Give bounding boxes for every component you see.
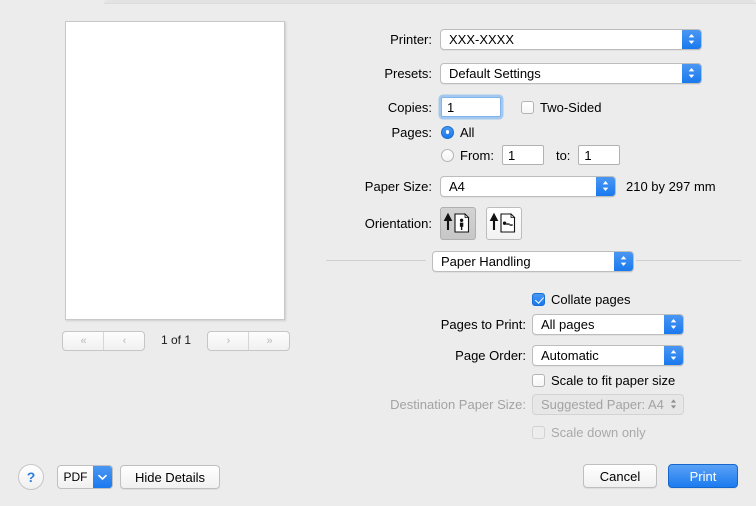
presets-value: Default Settings — [449, 65, 541, 81]
print-dialog: « ‹ 1 of 1 › » Printer: XXX-XXXX Presets… — [0, 0, 756, 506]
help-button[interactable]: ? — [18, 464, 44, 490]
window-top-edge — [104, 0, 756, 4]
paper-size-label: Paper Size: — [364, 178, 432, 194]
collate-pages-label: Collate pages — [551, 291, 631, 307]
print-pane-value: Paper Handling — [441, 253, 531, 269]
orientation-landscape-button[interactable] — [486, 206, 522, 240]
scale-to-fit-label: Scale to fit paper size — [551, 372, 676, 388]
pages-to-label: to: — [555, 147, 571, 163]
collate-row: Collate pages — [336, 288, 746, 310]
paper-dimensions-label: 210 by 297 mm — [626, 178, 716, 194]
destination-paper-size-select: Suggested Paper: A4 — [532, 393, 684, 415]
copies-label: Copies: — [387, 99, 432, 115]
paper-size-row: Paper Size: A4 210 by 297 mm — [336, 175, 746, 197]
printer-select[interactable]: XXX-XXXX — [440, 28, 702, 50]
portrait-icon — [443, 212, 470, 233]
print-preview-page — [65, 21, 285, 320]
printer-row: Printer: XXX-XXXX — [336, 28, 746, 50]
checkbox-box — [532, 373, 545, 387]
chevron-updown-icon — [596, 176, 615, 196]
pages-to-print-select[interactable]: All pages — [532, 313, 684, 335]
page-order-row: Page Order: Automatic — [336, 344, 746, 366]
orientation-label: Orientation: — [364, 215, 432, 231]
last-page-button[interactable]: » — [248, 332, 289, 350]
collate-pages-checkbox[interactable]: Collate pages — [532, 292, 631, 307]
page-order-select[interactable]: Automatic — [532, 344, 684, 366]
checkbox-box — [521, 100, 534, 114]
printer-value: XXX-XXXX — [449, 31, 515, 47]
pages-to-print-label: Pages to Print: — [440, 316, 526, 332]
presets-select[interactable]: Default Settings — [440, 62, 702, 84]
destination-paper-size-row: Destination Paper Size: Suggested Paper:… — [336, 393, 746, 415]
pane-separator-right — [636, 260, 741, 261]
chevron-updown-icon — [682, 29, 701, 49]
pages-range-radio[interactable]: From: — [441, 148, 494, 163]
pdf-button[interactable]: PDF — [57, 465, 113, 489]
pages-to-input[interactable]: 1 — [578, 145, 621, 165]
chevron-updown-icon — [682, 63, 701, 83]
presets-row: Presets: Default Settings — [336, 62, 746, 84]
pane-separator-left — [326, 260, 426, 261]
preview-pager: « ‹ 1 of 1 › » — [62, 331, 290, 351]
cancel-button[interactable]: Cancel — [583, 464, 657, 488]
chevron-updown-icon — [664, 345, 683, 365]
pages-from-input[interactable]: 1 — [501, 145, 544, 165]
orientation-portrait-button[interactable] — [440, 206, 476, 240]
pages-label: Pages: — [391, 124, 432, 140]
radio-dot — [441, 125, 454, 139]
hide-details-button[interactable]: Hide Details — [120, 465, 220, 489]
pages-row-all: Pages: All — [336, 121, 746, 143]
destination-paper-size-value: Suggested Paper: A4 — [541, 396, 664, 412]
scale-down-only-row: Scale down only — [336, 421, 746, 443]
checkbox-box — [532, 292, 545, 306]
scale-down-only-label: Scale down only — [551, 424, 646, 440]
pages-all-label: All — [460, 124, 475, 140]
chevron-updown-icon — [664, 314, 683, 334]
pdf-button-label: PDF — [63, 470, 88, 484]
printer-label: Printer: — [390, 31, 432, 47]
pages-to-print-row: Pages to Print: All pages — [336, 313, 746, 335]
presets-label: Presets: — [384, 65, 432, 81]
radio-dot — [441, 148, 454, 162]
copies-input[interactable]: 1 — [441, 97, 501, 117]
pages-row-range: From: 1 to: 1 — [336, 144, 746, 166]
two-sided-checkbox[interactable]: Two-Sided — [521, 100, 601, 115]
paper-size-value: A4 — [449, 178, 465, 194]
paper-size-select[interactable]: A4 — [440, 175, 616, 197]
orientation-row: Orientation: — [336, 206, 746, 240]
copies-row: Copies: 1 Two-Sided — [336, 96, 746, 118]
two-sided-label: Two-Sided — [540, 99, 602, 115]
scale-to-fit-row: Scale to fit paper size — [336, 369, 746, 391]
chevron-updown-icon — [614, 251, 633, 271]
destination-paper-size-label: Destination Paper Size: — [390, 396, 526, 412]
pane-select-row: Paper Handling — [432, 250, 642, 272]
chevron-down-icon[interactable] — [93, 466, 112, 488]
page-order-value: Automatic — [541, 347, 599, 363]
landscape-icon — [489, 212, 516, 233]
pages-from-label: From: — [460, 147, 494, 163]
pages-all-radio[interactable]: All — [441, 125, 474, 140]
pages-to-print-value: All pages — [541, 316, 595, 332]
next-page-button[interactable]: › — [208, 332, 248, 350]
chevron-updown-icon — [664, 395, 683, 414]
checkbox-box — [532, 425, 545, 439]
page-order-label: Page Order: — [455, 347, 526, 363]
print-button[interactable]: Print — [668, 464, 738, 488]
scale-to-fit-checkbox[interactable]: Scale to fit paper size — [532, 373, 675, 388]
scale-down-only-checkbox: Scale down only — [532, 425, 646, 440]
pager-group-forward: › » — [207, 331, 290, 351]
print-pane-select[interactable]: Paper Handling — [432, 250, 634, 272]
